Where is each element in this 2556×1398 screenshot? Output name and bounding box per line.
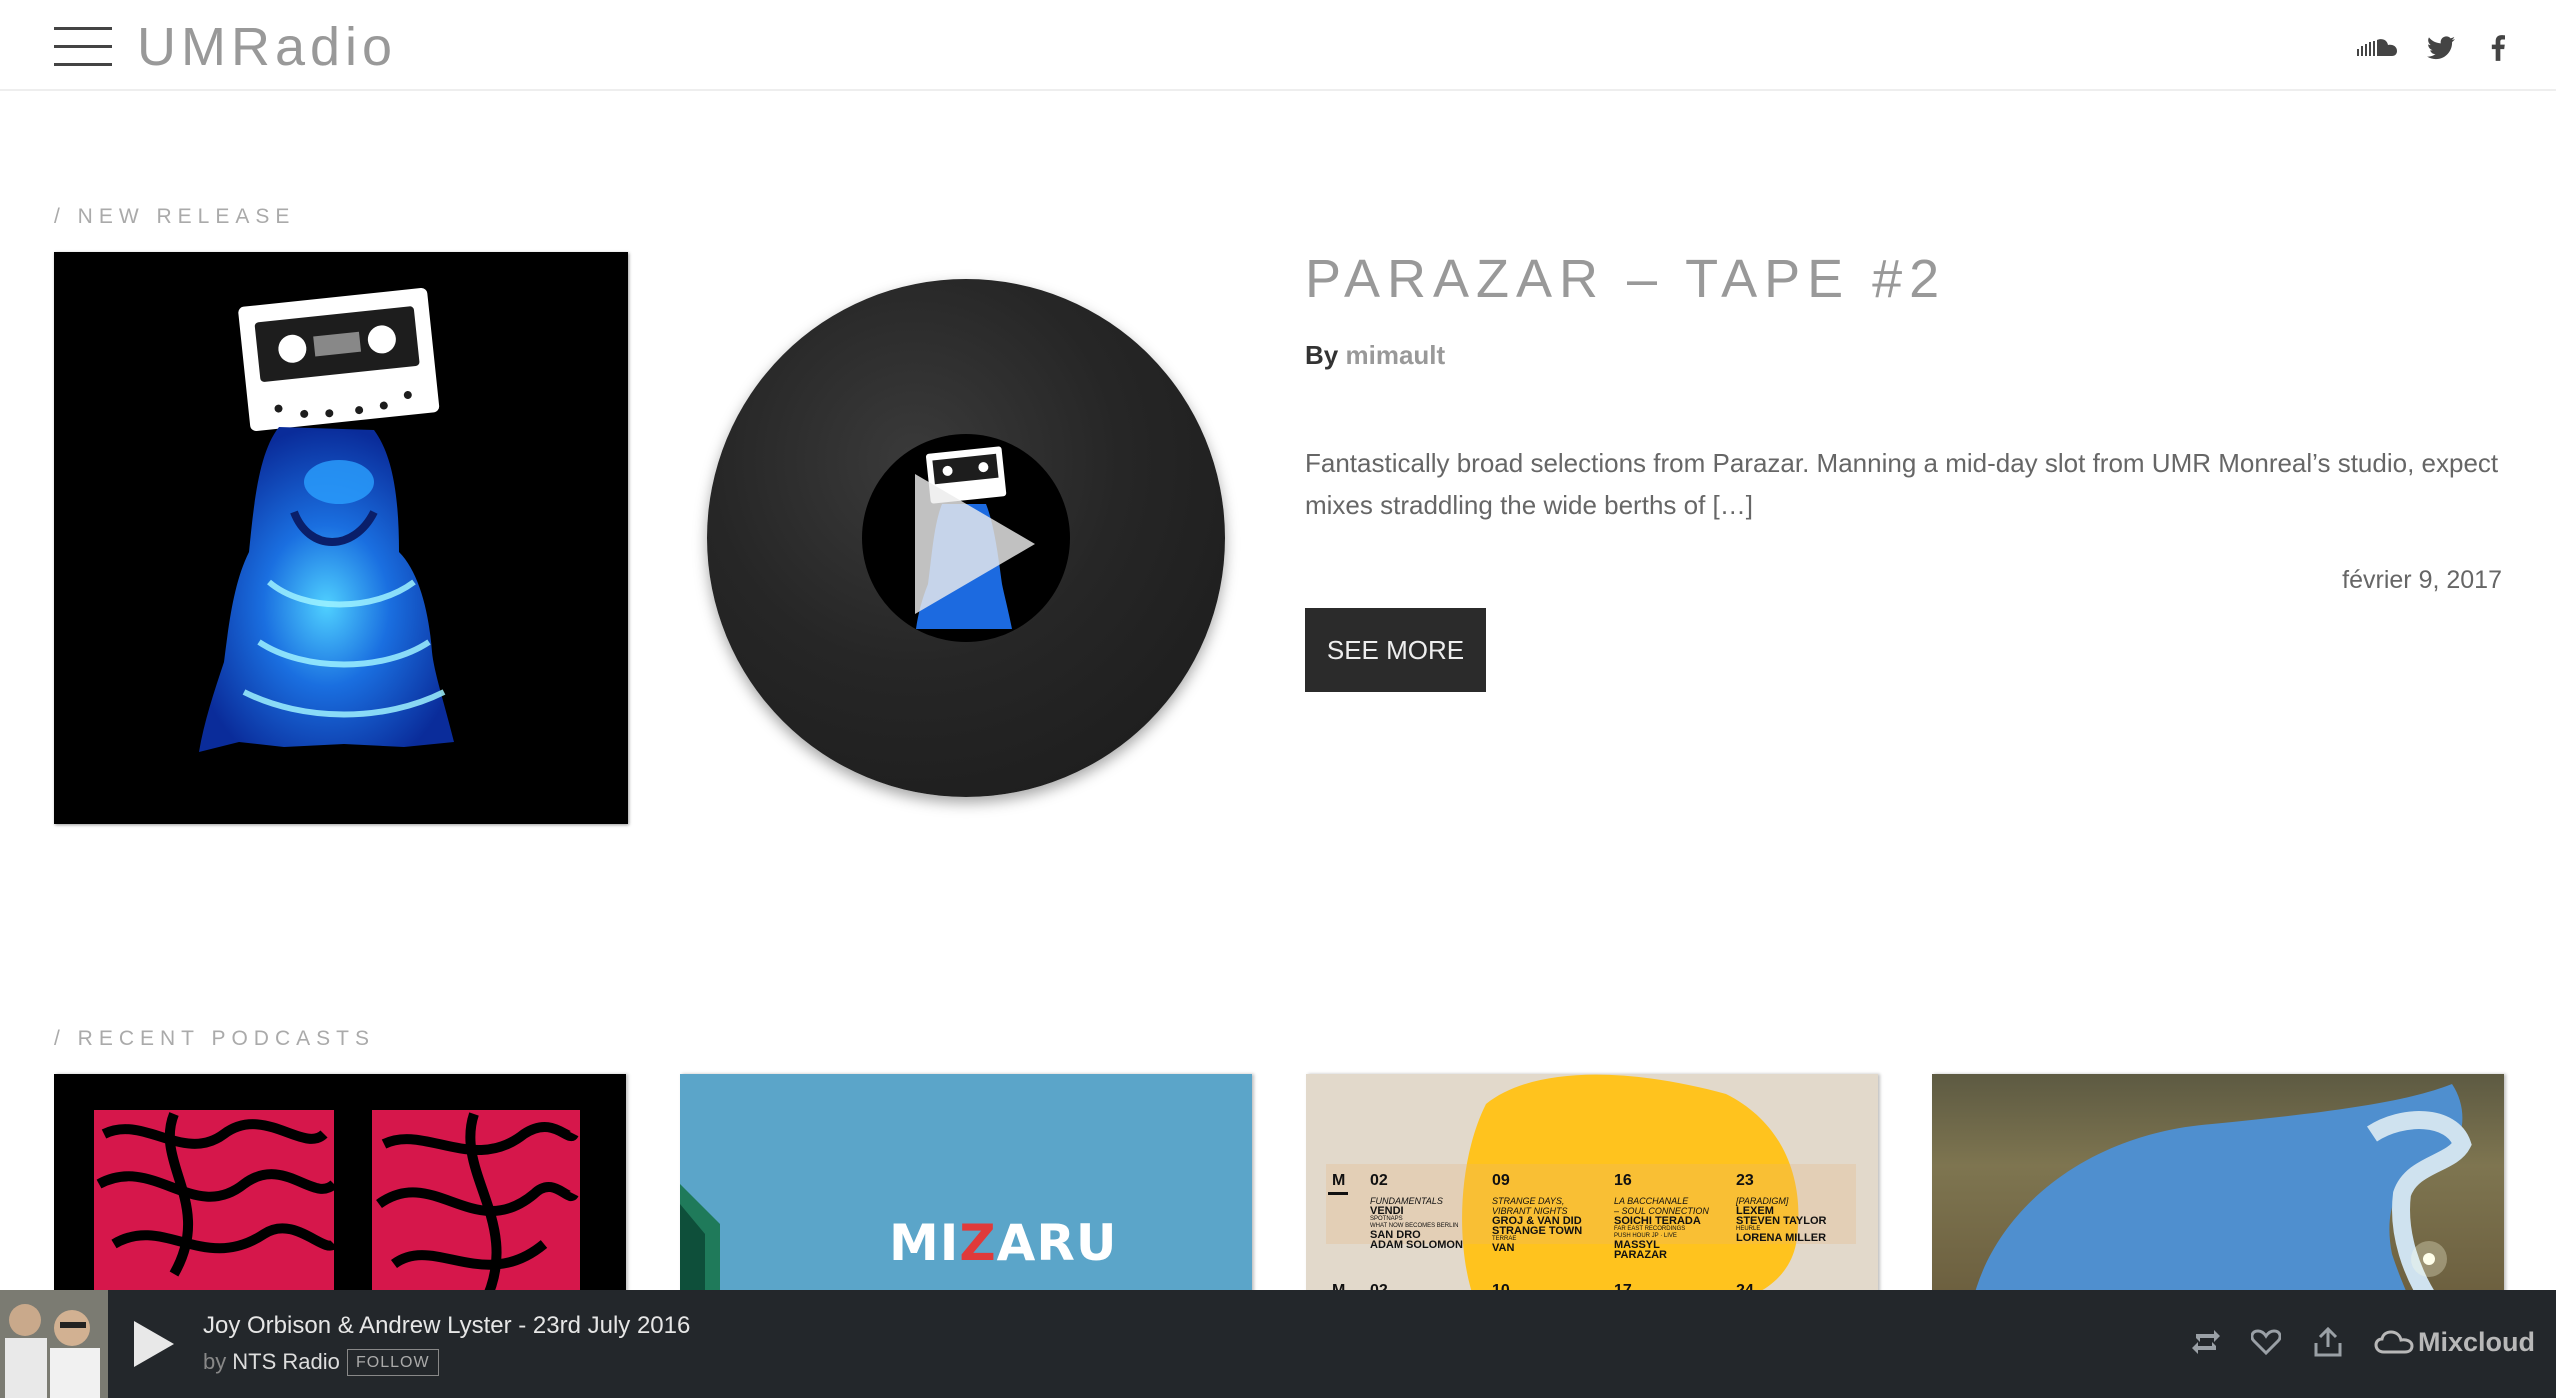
poster-day: 02 bbox=[1370, 1172, 1388, 1189]
release-byline: By mimault bbox=[1305, 340, 1445, 371]
poster-col: LA BACCHANALE – SOUL CONNECTION SOICHI T… bbox=[1614, 1196, 1709, 1261]
soundcloud-icon[interactable] bbox=[2356, 30, 2400, 66]
facebook-icon[interactable] bbox=[2484, 30, 2512, 66]
mixcloud-brand-text: Mixcloud bbox=[2418, 1326, 2536, 1357]
event-poster: M 02 09 16 23 FUNDAMENTALS VENDI SPOTNAP… bbox=[1306, 1074, 1878, 1304]
mixcloud-logo[interactable]: Mixcloud bbox=[2374, 1320, 2535, 1364]
release-excerpt: Fantastically broad selections from Para… bbox=[1305, 448, 2499, 520]
track-title[interactable]: Joy Orbison & Andrew Lyster - 23rd July … bbox=[203, 1312, 690, 1340]
cloud-icon bbox=[2374, 1330, 2414, 1354]
by-label: by bbox=[203, 1349, 227, 1374]
site-header: UMRadio bbox=[0, 0, 2556, 91]
podcast-card[interactable]: M 02 09 16 23 FUNDAMENTALS VENDI SPOTNAP… bbox=[1306, 1074, 1878, 1304]
podcast-card[interactable]: MIZARU bbox=[680, 1074, 1252, 1304]
podcast-card[interactable] bbox=[54, 1074, 626, 1304]
mixcloud-player: Joy Orbison & Andrew Lyster - 23rd July … bbox=[0, 1290, 2556, 1398]
site-logo[interactable]: UMRadio bbox=[137, 16, 397, 78]
release-author-link[interactable]: mimault bbox=[1345, 340, 1445, 370]
follow-button[interactable]: FOLLOW bbox=[347, 1349, 439, 1376]
podcast-card[interactable] bbox=[1932, 1074, 2504, 1304]
poster-line: SPOTNAPS bbox=[1370, 1216, 1403, 1222]
poster-line: VENDI bbox=[1370, 1205, 1404, 1217]
menu-icon[interactable] bbox=[54, 27, 112, 67]
twitter-icon[interactable] bbox=[2424, 30, 2458, 66]
recent-podcasts-label: / RECENT PODCASTS bbox=[54, 1027, 375, 1050]
track-artist-link[interactable]: NTS Radio bbox=[232, 1349, 340, 1374]
poster-col: STRANGE DAYS, VIBRANT NIGHTS GROJ & VAN … bbox=[1492, 1196, 1583, 1254]
player-play-button[interactable] bbox=[134, 1321, 174, 1367]
new-release-label: / NEW RELEASE bbox=[54, 205, 296, 228]
release-artwork[interactable] bbox=[54, 252, 628, 824]
poster-line: FAR EAST RECORDINGS bbox=[1614, 1226, 1686, 1232]
repeat-icon[interactable] bbox=[2186, 1322, 2226, 1362]
vinyl-play-button[interactable] bbox=[707, 279, 1225, 797]
track-byline: by NTS Radio bbox=[203, 1349, 340, 1375]
poster-line: STRANGE DAYS, bbox=[1492, 1196, 1565, 1206]
by-label: By bbox=[1305, 340, 1339, 370]
heart-icon[interactable] bbox=[2246, 1322, 2286, 1362]
poster-line: SOICHI TERADA bbox=[1614, 1215, 1701, 1227]
mizaru-logo-text: MIZARU bbox=[889, 1214, 1118, 1272]
release-date: février 9, 2017 bbox=[2342, 566, 2502, 594]
poster-day: 16 bbox=[1614, 1172, 1632, 1189]
play-icon[interactable] bbox=[915, 474, 1035, 614]
poster-day: 09 bbox=[1492, 1172, 1510, 1189]
poster-line: STEVEN TAYLOR bbox=[1736, 1215, 1827, 1227]
release-title[interactable]: PARAZAR – TAPE #2 bbox=[1305, 248, 1946, 310]
track-thumbnail[interactable] bbox=[0, 1290, 108, 1398]
poster-line: LORENA MILLER bbox=[1736, 1232, 1827, 1244]
poster-line: PARAZAR bbox=[1614, 1249, 1667, 1261]
poster-col: FUNDAMENTALS VENDI SPOTNAPS WHAT NOW BEC… bbox=[1370, 1196, 1463, 1251]
poster-day: 23 bbox=[1736, 1172, 1754, 1189]
poster-month: M bbox=[1332, 1172, 1346, 1189]
poster-line: STRANGE TOWN bbox=[1492, 1225, 1583, 1237]
poster-line: VAN bbox=[1492, 1242, 1515, 1254]
share-icon[interactable] bbox=[2308, 1322, 2348, 1362]
poster-col: [PARADIGM] LEXEM STEVEN TAYLOR HEURLE LO… bbox=[1736, 1196, 1827, 1244]
see-more-button[interactable]: SEE MORE bbox=[1305, 608, 1486, 692]
poster-line: ADAM SOLOMON bbox=[1370, 1239, 1463, 1251]
poster-line: LA BACCHANALE bbox=[1614, 1196, 1689, 1206]
poster-month-bar bbox=[1328, 1192, 1348, 1195]
